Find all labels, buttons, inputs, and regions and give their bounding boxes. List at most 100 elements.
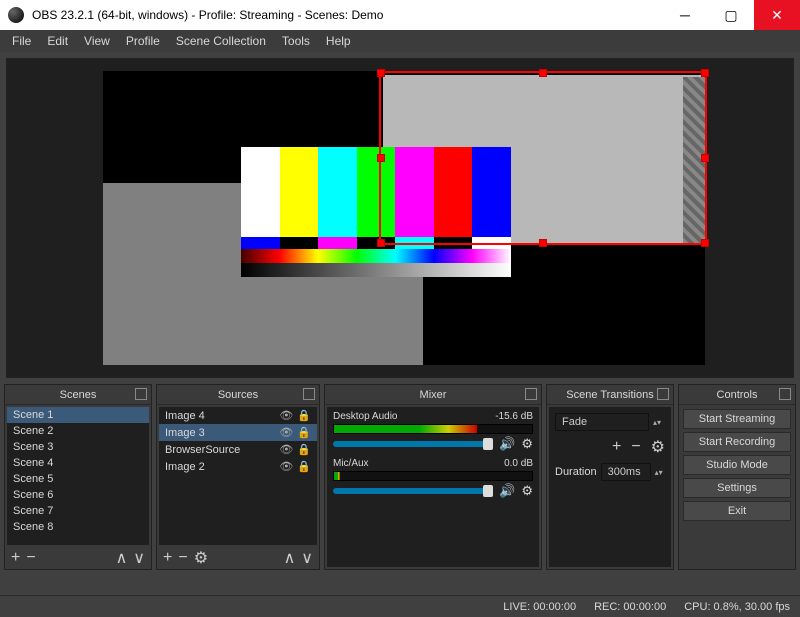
dock-icon[interactable]	[779, 388, 791, 400]
resize-handle-nw[interactable]	[377, 69, 385, 77]
lock-icon[interactable]: 🔒	[297, 409, 311, 422]
app-icon	[8, 7, 24, 23]
start-streaming-button[interactable]: Start Streaming	[683, 409, 791, 429]
close-button[interactable]: ✕	[754, 0, 800, 30]
selection-box[interactable]	[379, 71, 707, 245]
dock-icon[interactable]	[525, 388, 537, 400]
menu-file[interactable]: File	[4, 34, 39, 48]
window-title: OBS 23.2.1 (64-bit, windows) - Profile: …	[32, 8, 662, 22]
start-recording-button[interactable]: Start Recording	[683, 432, 791, 452]
mixer-channel: Desktop Audio -15.6 dB 🔊 ⚙	[333, 411, 533, 452]
settings-button[interactable]: Settings	[683, 478, 791, 498]
dock-icon[interactable]	[135, 388, 147, 400]
resize-handle-s[interactable]	[539, 239, 547, 247]
transition-properties-button[interactable]: ⚙	[651, 437, 665, 457]
transition-dropdown-icon[interactable]: ▴▾	[653, 418, 665, 427]
audio-meter	[333, 424, 533, 434]
add-scene-button[interactable]: +	[11, 549, 20, 567]
status-live: LIVE: 00:00:00	[503, 601, 576, 613]
source-item[interactable]: Image 2👁🔒	[159, 458, 317, 475]
add-transition-button[interactable]: +	[612, 438, 621, 456]
transition-select[interactable]: Fade	[555, 413, 649, 431]
minimize-button[interactable]: ─	[662, 0, 708, 30]
scene-item[interactable]: Scene 8	[7, 519, 149, 535]
mixer-title: Mixer	[420, 389, 447, 401]
channel-name: Mic/Aux	[333, 458, 369, 469]
scenes-panel: Scenes Scene 1 Scene 2 Scene 3 Scene 4 S…	[4, 384, 152, 570]
source-gray-1[interactable]	[103, 183, 243, 365]
lock-icon[interactable]: 🔒	[297, 460, 311, 473]
maximize-button[interactable]: ▢	[708, 0, 754, 30]
source-item[interactable]: Image 3👁🔒	[159, 424, 317, 441]
sources-title: Sources	[218, 389, 258, 401]
eye-icon[interactable]: 👁	[279, 426, 293, 439]
remove-scene-button[interactable]: −	[26, 549, 35, 567]
scene-item[interactable]: Scene 5	[7, 471, 149, 487]
status-cpu: CPU: 0.8%, 30.00 fps	[684, 601, 790, 613]
scene-item[interactable]: Scene 7	[7, 503, 149, 519]
resize-handle-n[interactable]	[539, 69, 547, 77]
eye-icon[interactable]: 👁	[279, 460, 293, 473]
resize-handle-e[interactable]	[701, 154, 709, 162]
menu-view[interactable]: View	[76, 34, 118, 48]
source-properties-button[interactable]: ⚙	[194, 548, 208, 568]
speaker-icon[interactable]: 🔊	[499, 483, 515, 499]
studio-mode-button[interactable]: Studio Mode	[683, 455, 791, 475]
scene-item[interactable]: Scene 3	[7, 439, 149, 455]
preview-area[interactable]	[6, 58, 794, 378]
volume-slider[interactable]	[333, 441, 493, 447]
mixer-channel: Mic/Aux 0.0 dB 🔊 ⚙	[333, 458, 533, 499]
source-up-button[interactable]: ∧	[284, 548, 296, 568]
menu-tools[interactable]: Tools	[274, 34, 318, 48]
gear-icon[interactable]: ⚙	[521, 436, 533, 452]
audio-meter	[333, 471, 533, 481]
remove-source-button[interactable]: −	[178, 549, 187, 567]
speaker-icon[interactable]: 🔊	[499, 436, 515, 452]
mixer-panel: Mixer Desktop Audio -15.6 dB 🔊 ⚙ Mic/Aux 0…	[324, 384, 542, 570]
channel-level: 0.0 dB	[504, 458, 533, 469]
dock-icon[interactable]	[657, 388, 669, 400]
dock-icon[interactable]	[303, 388, 315, 400]
eye-icon[interactable]: 👁	[279, 409, 293, 422]
menu-help[interactable]: Help	[318, 34, 359, 48]
menu-edit[interactable]: Edit	[39, 34, 76, 48]
titlebar: OBS 23.2.1 (64-bit, windows) - Profile: …	[0, 0, 800, 30]
duration-spinner[interactable]: ▴▾	[655, 468, 665, 477]
remove-transition-button[interactable]: −	[631, 438, 640, 456]
transitions-title: Scene Transitions	[566, 389, 653, 401]
source-down-button[interactable]: ∨	[301, 548, 313, 568]
menu-profile[interactable]: Profile	[118, 34, 168, 48]
resize-handle-w[interactable]	[377, 154, 385, 162]
menu-scene-collection[interactable]: Scene Collection	[168, 34, 274, 48]
preview-canvas[interactable]	[103, 71, 705, 365]
source-item[interactable]: BrowserSource👁🔒	[159, 441, 317, 458]
channel-name: Desktop Audio	[333, 411, 398, 422]
eye-icon[interactable]: 👁	[279, 443, 293, 456]
lock-icon[interactable]: 🔒	[297, 426, 311, 439]
transitions-panel: Scene Transitions Fade ▴▾ + − ⚙ Duration…	[546, 384, 674, 570]
volume-slider[interactable]	[333, 488, 493, 494]
scene-item[interactable]: Scene 4	[7, 455, 149, 471]
gear-icon[interactable]: ⚙	[521, 483, 533, 499]
scene-down-button[interactable]: ∨	[133, 548, 145, 568]
scene-item[interactable]: Scene 6	[7, 487, 149, 503]
status-bar: LIVE: 00:00:00 REC: 00:00:00 CPU: 0.8%, …	[0, 595, 800, 617]
sources-list[interactable]: Image 4👁🔒 Image 3👁🔒 BrowserSource👁🔒 Imag…	[159, 407, 317, 545]
lock-icon[interactable]: 🔒	[297, 443, 311, 456]
add-source-button[interactable]: +	[163, 549, 172, 567]
scene-item[interactable]: Scene 2	[7, 423, 149, 439]
duration-input[interactable]: 300ms	[601, 463, 651, 481]
source-item[interactable]: Image 4👁🔒	[159, 407, 317, 424]
scenes-list[interactable]: Scene 1 Scene 2 Scene 3 Scene 4 Scene 5 …	[7, 407, 149, 545]
resize-handle-ne[interactable]	[701, 69, 709, 77]
scenes-title: Scenes	[60, 389, 97, 401]
sources-panel: Sources Image 4👁🔒 Image 3👁🔒 BrowserSourc…	[156, 384, 320, 570]
channel-level: -15.6 dB	[495, 411, 533, 422]
scene-up-button[interactable]: ∧	[116, 548, 128, 568]
resize-handle-se[interactable]	[701, 239, 709, 247]
exit-button[interactable]: Exit	[683, 501, 791, 521]
menu-bar: File Edit View Profile Scene Collection …	[0, 30, 800, 52]
scene-item[interactable]: Scene 1	[7, 407, 149, 423]
resize-handle-sw[interactable]	[377, 239, 385, 247]
status-rec: REC: 00:00:00	[594, 601, 666, 613]
